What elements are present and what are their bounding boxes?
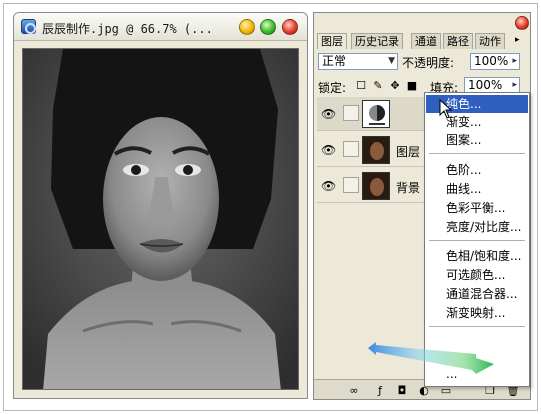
menu-item-gradient-map[interactable]: 渐变映射... xyxy=(426,304,528,322)
lock-all-icon[interactable]: ■ xyxy=(405,79,419,92)
document-titlebar[interactable]: 辰辰制作.jpg @ 66.7% (... xyxy=(14,13,307,41)
document-title: 辰辰制作.jpg @ 66.7% (... xyxy=(42,22,213,36)
layer-thumbnail xyxy=(362,172,390,200)
menu-item-hue-saturation[interactable]: 色相/饱和度... xyxy=(426,247,528,265)
menu-item-channel-mixer[interactable]: 通道混合器... xyxy=(426,285,528,303)
layer-name: 背景 xyxy=(396,181,421,195)
chevron-down-icon: ▼ xyxy=(388,56,395,66)
panel-close-button[interactable] xyxy=(515,16,529,30)
tab-layers[interactable]: 图层 xyxy=(317,33,347,49)
lock-label: 锁定: xyxy=(318,81,347,95)
lock-move-icon[interactable]: ✥ xyxy=(388,79,402,92)
eye-icon[interactable]: 👁 xyxy=(321,179,336,193)
eye-icon[interactable]: 👁 xyxy=(321,107,336,121)
image-canvas[interactable] xyxy=(22,48,299,390)
layer-link-checkbox[interactable] xyxy=(343,177,359,193)
pointer-arrow-overlay xyxy=(368,342,494,374)
opacity-field[interactable]: 100% ▸ xyxy=(470,53,520,70)
opacity-value: 100% xyxy=(474,54,509,68)
panel-tabs: 图层 历史记录 通道 路径 动作 ▸ xyxy=(317,33,529,49)
maximize-button[interactable] xyxy=(260,19,276,35)
menu-item-levels[interactable]: 色阶... xyxy=(426,161,528,179)
portrait-photo xyxy=(23,49,298,389)
menu-separator xyxy=(429,326,525,327)
lock-icons: ☐ ✎ ✥ ■ xyxy=(354,78,422,92)
tab-paths[interactable]: 路径 xyxy=(443,33,473,49)
chevron-right-icon: ▸ xyxy=(512,80,517,90)
adjustment-layer-thumbnail xyxy=(362,100,390,128)
portrait-thumbnail xyxy=(363,137,389,163)
close-button[interactable] xyxy=(282,19,298,35)
tab-actions[interactable]: 动作 xyxy=(475,33,505,49)
portrait-thumbnail xyxy=(363,173,389,199)
menu-item-color-balance[interactable]: 色彩平衡... xyxy=(426,199,528,217)
photoshop-icon xyxy=(21,19,36,34)
blend-mode-select[interactable]: 正常 ▼ xyxy=(318,53,398,70)
mouse-cursor-icon xyxy=(439,99,453,119)
fill-value: 100% xyxy=(468,78,503,92)
menu-item-curves[interactable]: 曲线... xyxy=(426,180,528,198)
link-icon[interactable]: ∞ xyxy=(348,384,360,397)
tab-history[interactable]: 历史记录 xyxy=(351,33,403,49)
blend-mode-value: 正常 xyxy=(322,54,347,68)
layer-link-checkbox[interactable] xyxy=(343,141,359,157)
minimize-button[interactable] xyxy=(239,19,255,35)
eye-icon[interactable]: 👁 xyxy=(321,143,336,157)
menu-separator xyxy=(429,240,525,241)
menu-item-pattern[interactable]: 图案... xyxy=(426,131,528,149)
opacity-label: 不透明度: xyxy=(402,56,455,70)
lock-transparent-icon[interactable]: ☐ xyxy=(354,79,368,92)
panel-menu-arrow-icon[interactable]: ▸ xyxy=(515,35,520,45)
lock-brush-icon[interactable]: ✎ xyxy=(371,79,385,92)
layer-link-checkbox[interactable] xyxy=(343,105,359,121)
adjustment-icon xyxy=(369,105,385,125)
menu-separator xyxy=(429,153,525,154)
tab-channels[interactable]: 通道 xyxy=(411,33,441,49)
menu-item-brightness-contrast[interactable]: 亮度/对比度... xyxy=(426,218,528,236)
menu-item-selective-color[interactable]: 可选颜色... xyxy=(426,266,528,284)
chevron-right-icon: ▸ xyxy=(512,56,517,66)
document-window: 辰辰制作.jpg @ 66.7% (... xyxy=(13,12,308,399)
layer-thumbnail xyxy=(362,136,390,164)
